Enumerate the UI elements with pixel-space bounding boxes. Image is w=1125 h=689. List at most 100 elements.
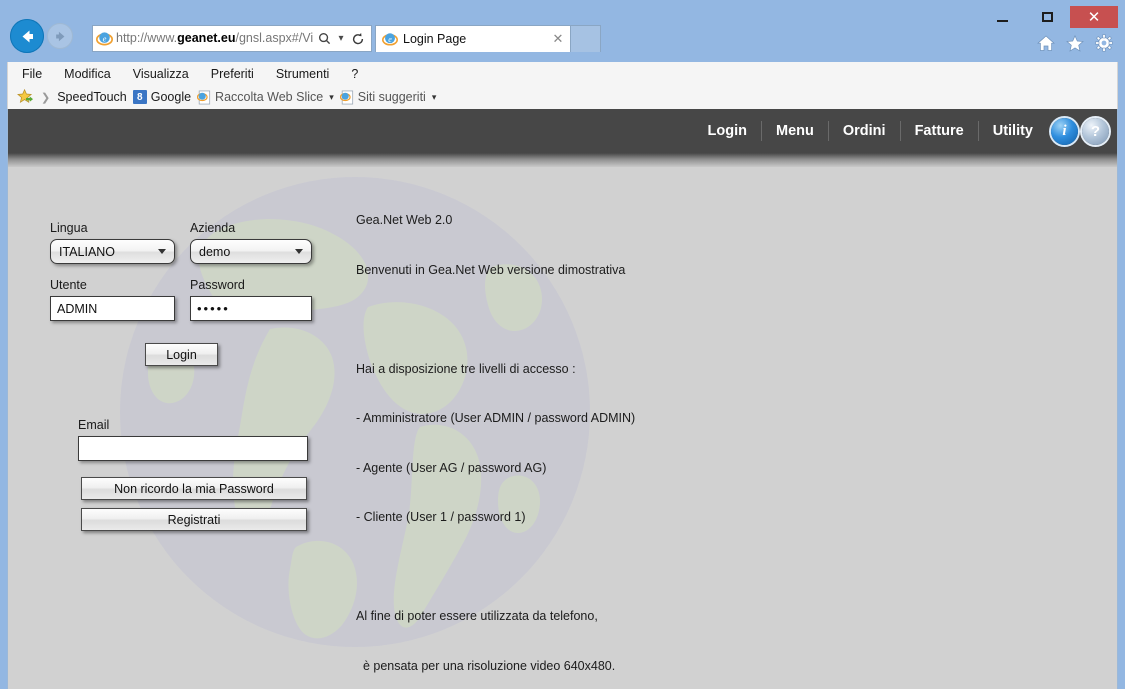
close-button[interactable]: ✕ <box>1070 6 1118 28</box>
menu-item-file[interactable]: File <box>20 66 44 82</box>
login-button[interactable]: Login <box>145 343 218 366</box>
google-icon: 8 <box>133 90 147 104</box>
navigation-buttons <box>10 19 73 53</box>
refresh-icon <box>351 32 365 46</box>
web-slice-icon <box>197 90 211 105</box>
navbar-gradient-fade <box>8 153 1117 167</box>
page-content: Login Menu Ordini Fatture Utility i ? Li… <box>7 109 1118 689</box>
magnifier-icon <box>318 32 331 45</box>
favorite-siti-suggeriti[interactable]: Siti suggeriti ▾ <box>340 90 437 105</box>
chevron-down-icon[interactable]: ▾ <box>329 92 334 103</box>
favorite-raccolta-label: Raccolta Web Slice <box>215 90 323 104</box>
lingua-value: ITALIANO <box>59 245 115 259</box>
address-dropdown-icon[interactable]: ▾ <box>335 26 347 51</box>
refresh-button[interactable] <box>347 26 369 51</box>
maximize-button[interactable] <box>1025 6 1070 28</box>
utente-input[interactable]: ADMIN <box>50 296 175 321</box>
maximize-icon <box>1042 12 1053 22</box>
back-arrow-icon <box>18 27 37 46</box>
azienda-value: demo <box>199 245 230 259</box>
azienda-select[interactable]: demo <box>190 239 312 264</box>
new-tab-button[interactable] <box>571 25 601 52</box>
favorite-google-label: Google <box>151 90 191 104</box>
forgot-password-button[interactable]: Non ricordo la mia Password <box>81 477 307 500</box>
chevron-down-icon-2[interactable]: ▾ <box>432 92 437 103</box>
register-button[interactable]: Registrati <box>81 508 307 531</box>
minimize-icon <box>997 20 1008 22</box>
ie-favicon-icon: e <box>96 30 113 47</box>
favorites-bar: ❯ SpeedTouch 8 Google Raccolta Web Slice… <box>7 85 1118 109</box>
info-icon[interactable]: i <box>1051 118 1078 145</box>
info-line: Al fine di poter essere utilizzata da te… <box>356 608 635 625</box>
utente-value: ADMIN <box>57 302 97 316</box>
nav-link-menu[interactable]: Menu <box>761 121 828 141</box>
lingua-label: Lingua <box>50 221 175 235</box>
info-line: è pensata per una risoluzione video 640x… <box>356 658 635 675</box>
address-bar[interactable]: e http://www.geanet.eu/gnsl.aspx#/Viev ▾ <box>92 25 372 52</box>
help-icon[interactable]: ? <box>1082 118 1109 145</box>
close-icon: ✕ <box>1088 10 1101 25</box>
nav-link-utility[interactable]: Utility <box>978 121 1047 141</box>
info-text-block: Gea.Net Web 2.0 Benvenuti in Gea.Net Web… <box>356 179 635 689</box>
info-line: - Agente (User AG / password AG) <box>356 460 635 477</box>
menu-item-visualizza[interactable]: Visualizza <box>131 66 191 82</box>
suggested-sites-icon <box>340 90 354 105</box>
tab-login-page[interactable]: e Login Page ✕ <box>375 25 571 52</box>
menu-item-modifica[interactable]: Modifica <box>62 66 113 82</box>
chevron-down-icon-lingua <box>158 249 166 254</box>
forward-arrow-icon <box>53 29 68 44</box>
nav-link-login[interactable]: Login <box>694 121 761 141</box>
info-line <box>356 559 635 576</box>
back-button[interactable] <box>10 19 44 53</box>
home-glyph-icon <box>1037 35 1055 52</box>
browser-window: e http://www.geanet.eu/gnsl.aspx#/Viev ▾ <box>0 0 1125 689</box>
tab-strip: e Login Page ✕ <box>375 25 601 52</box>
info-line <box>356 311 635 328</box>
menu-item-strumenti[interactable]: Strumenti <box>274 66 332 82</box>
info-line: - Amministratore (User ADMIN / password … <box>356 410 635 427</box>
lingua-field-group: Lingua ITALIANO <box>50 221 175 264</box>
add-favorite-icon[interactable] <box>17 89 34 105</box>
favorite-google[interactable]: 8 Google <box>133 90 191 104</box>
nav-link-ordini[interactable]: Ordini <box>828 121 900 141</box>
azienda-field-group: Azienda demo <box>190 221 312 264</box>
add-favorite-star-icon <box>17 89 34 105</box>
utente-field-group: Utente ADMIN <box>50 278 175 321</box>
menu-item-help[interactable]: ? <box>349 66 360 82</box>
tab-close-icon[interactable]: ✕ <box>550 31 566 47</box>
password-label: Password <box>190 278 312 292</box>
email-field-group: Email <box>78 418 308 461</box>
favorite-raccolta-web-slice[interactable]: Raccolta Web Slice ▾ <box>197 90 334 105</box>
favorite-speedtouch[interactable]: SpeedTouch <box>57 90 127 104</box>
star-glyph-icon <box>1066 35 1084 52</box>
window-controls: ✕ <box>980 6 1118 32</box>
info-line: Hai a disposizione tre livelli di access… <box>356 361 635 378</box>
address-search-icon[interactable] <box>313 26 335 51</box>
menu-item-preferiti[interactable]: Preferiti <box>209 66 256 82</box>
title-bar: e http://www.geanet.eu/gnsl.aspx#/Viev ▾ <box>7 6 1118 62</box>
minimize-button[interactable] <box>980 6 1025 28</box>
settings-gear-icon[interactable] <box>1094 33 1114 53</box>
nav-link-fatture[interactable]: Fatture <box>900 121 978 141</box>
tab-title: Login Page <box>403 32 550 46</box>
chevron-down-icon-azienda <box>295 249 303 254</box>
azienda-label: Azienda <box>190 221 312 235</box>
email-label: Email <box>78 418 308 432</box>
address-text[interactable]: http://www.geanet.eu/gnsl.aspx#/Viev <box>116 26 313 51</box>
top-navigation-bar: Login Menu Ordini Fatture Utility i ? <box>8 109 1117 153</box>
browser-tool-icons <box>1036 33 1114 53</box>
favorites-chevron-icon[interactable]: ❯ <box>41 91 50 104</box>
menu-bar: File Modifica Visualizza Preferiti Strum… <box>7 62 1118 85</box>
utente-label: Utente <box>50 278 175 292</box>
home-icon[interactable] <box>1036 33 1056 53</box>
password-input[interactable]: ••••• <box>190 296 312 321</box>
svg-text:e: e <box>388 35 392 44</box>
email-input[interactable] <box>78 436 308 461</box>
password-value: ••••• <box>197 301 230 316</box>
favorites-star-icon[interactable] <box>1065 33 1085 53</box>
forward-button[interactable] <box>47 23 73 49</box>
gear-glyph-icon <box>1095 34 1113 52</box>
lingua-select[interactable]: ITALIANO <box>50 239 175 264</box>
favorite-siti-label: Siti suggeriti <box>358 90 426 104</box>
password-field-group: Password ••••• <box>190 278 312 321</box>
